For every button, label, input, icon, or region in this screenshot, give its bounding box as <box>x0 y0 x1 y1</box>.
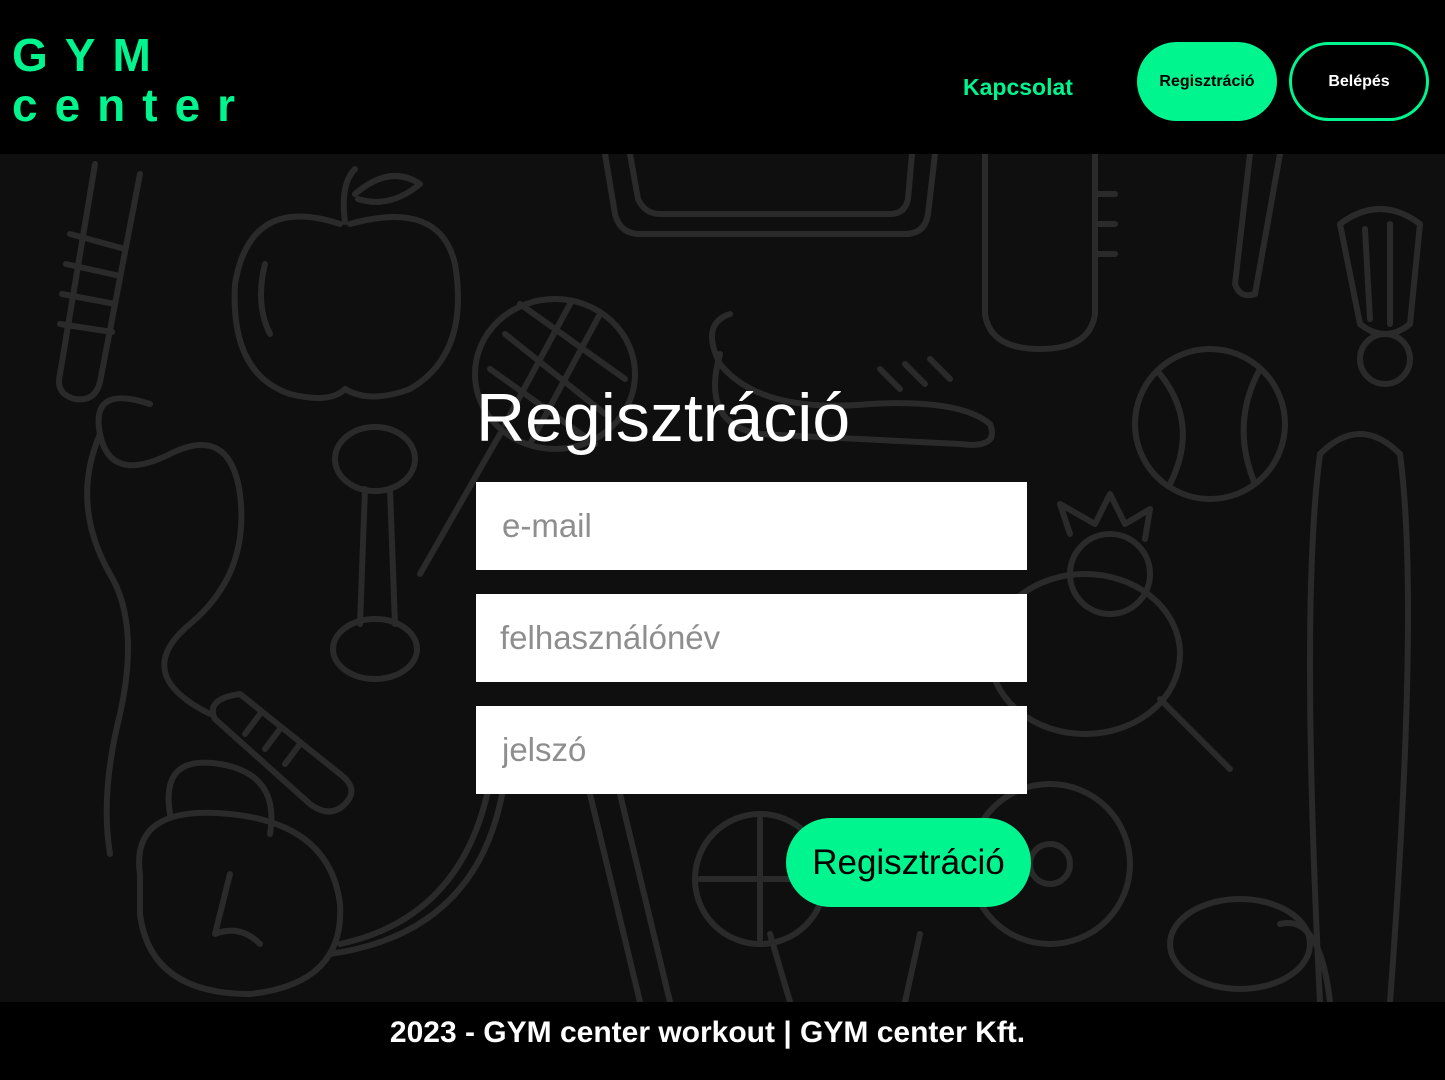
jump-rope-handle-icon <box>56 161 143 403</box>
doodle-background <box>0 154 1445 1002</box>
logo-line-2: center <box>12 79 253 131</box>
submit-register-button[interactable]: Regisztráció <box>786 818 1031 907</box>
baseball-bat-icon <box>1307 431 1411 1002</box>
logo[interactable]: GYM center <box>12 30 252 130</box>
header-register-button[interactable]: Regisztráció <box>1137 42 1277 121</box>
page-title: Regisztráció <box>476 380 851 456</box>
site-header: GYM center Kapcsolat Regisztráció Belépé… <box>0 0 1445 154</box>
bat-icon <box>587 791 673 1002</box>
email-field[interactable] <box>476 482 1027 570</box>
site-footer: 2023 - GYM center workout | GYM center K… <box>0 1002 1445 1080</box>
header-login-button[interactable]: Belépés <box>1289 42 1429 121</box>
jump-rope-icon <box>84 395 245 857</box>
dumbbell-icon <box>330 424 420 682</box>
bat-handle-icon <box>1232 154 1283 299</box>
logo-line-1: GYM <box>12 29 168 81</box>
mirror-icon <box>602 154 938 237</box>
password-field[interactable] <box>476 706 1027 794</box>
username-field[interactable] <box>476 594 1027 682</box>
cup-icon <box>767 931 923 1002</box>
baseball-icon <box>1132 346 1288 502</box>
footer-text: 2023 - GYM center workout | GYM center K… <box>389 1016 1026 1049</box>
nav-contact-link[interactable]: Kapcsolat <box>963 74 1073 101</box>
shuttlecock-icon <box>1337 206 1423 387</box>
water-bottle-icon <box>982 154 1118 352</box>
weight-plate-icon <box>1167 896 1333 1002</box>
fitness-doodle-pattern <box>56 154 1423 1002</box>
rope-handle-icon <box>209 691 355 815</box>
kettlebell-icon <box>136 759 344 997</box>
apple-icon <box>231 166 461 401</box>
